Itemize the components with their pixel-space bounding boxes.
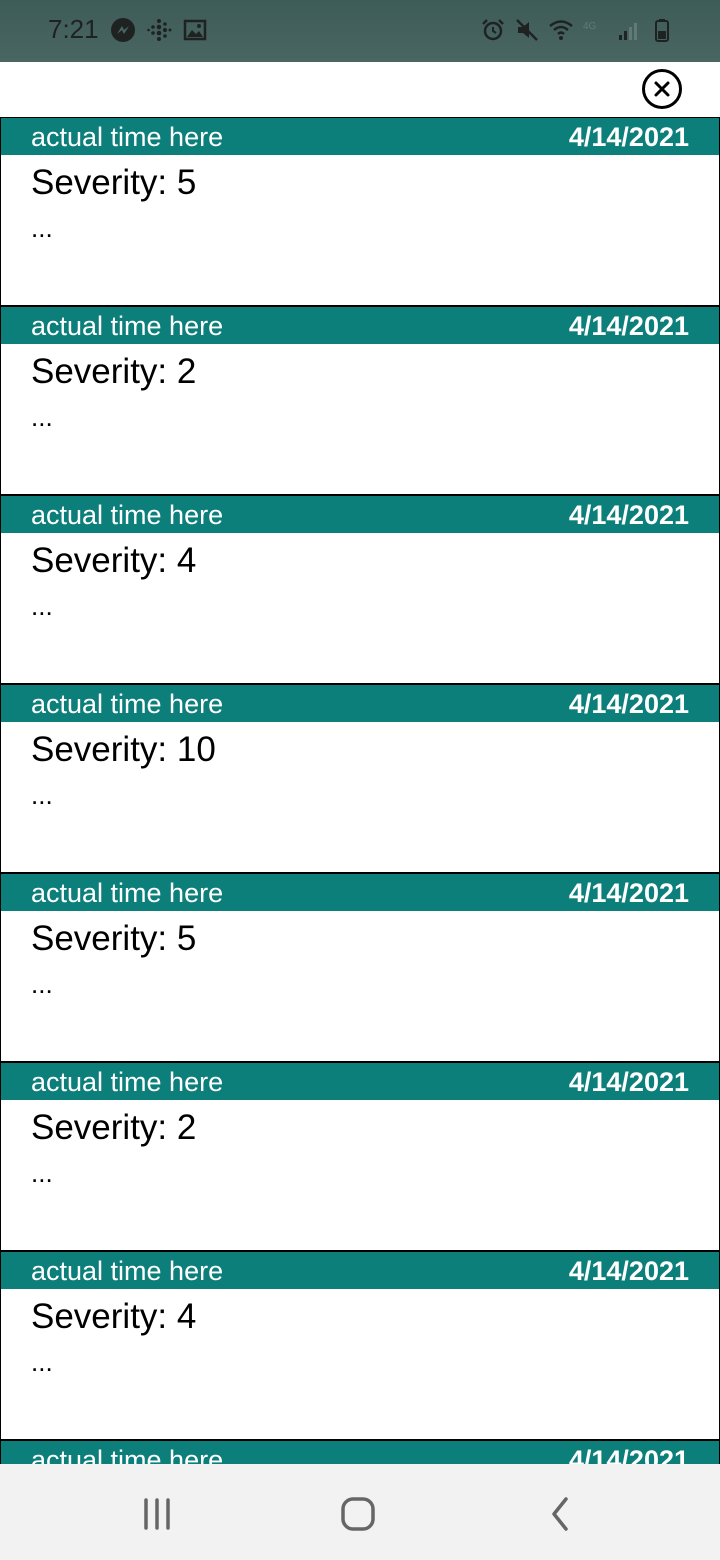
back-icon [552, 1497, 568, 1531]
entry-time: actual time here [31, 1256, 224, 1286]
list-item[interactable]: actual time here 4/14/2021 Severity: 4 .… [0, 495, 720, 684]
entry-date: 4/14/2021 [568, 1445, 689, 1464]
entry-time: actual time here [31, 1445, 224, 1464]
status-time: 7:21 [48, 14, 99, 44]
entry-date: 4/14/2021 [568, 311, 689, 341]
list-item[interactable]: actual time here 4/14/2021 Severity: 10 … [0, 684, 720, 873]
entry-header: actual time here 4/14/2021 [1, 118, 719, 155]
entry-detail: ... [31, 969, 53, 999]
recent-apps-button[interactable] [127, 1492, 187, 1536]
entry-date: 4/14/2021 [568, 1256, 689, 1286]
entry-date: 4/14/2021 [568, 122, 689, 152]
list-item[interactable]: actual time here 4/14/2021 Severity: 5 .… [0, 873, 720, 1062]
entry-detail: ... [31, 1347, 53, 1377]
modal-top-bar [0, 62, 720, 118]
home-icon [341, 1497, 375, 1531]
entry-time: actual time here [31, 878, 224, 908]
messenger-icon [111, 18, 135, 42]
entry-severity: Severity: 4 [31, 1297, 197, 1336]
entry-detail: ... [31, 591, 53, 621]
entry-severity: Severity: 2 [31, 1108, 197, 1147]
entry-header: actual time here 4/14/2021 [1, 1441, 719, 1464]
entry-detail: ... [31, 1158, 53, 1188]
entry-severity: Severity: 10 [31, 730, 216, 769]
entry-header: actual time here 4/14/2021 [1, 496, 719, 533]
list-item[interactable]: actual time here 4/14/2021 Severity: 5 .… [0, 117, 720, 306]
entry-time: actual time here [31, 500, 224, 530]
entry-detail: ... [31, 780, 53, 810]
mute-icon [516, 19, 538, 41]
entry-time: actual time here [31, 122, 224, 152]
4g-icon: 4G [583, 21, 597, 32]
entry-severity: Severity: 5 [31, 163, 197, 202]
entry-header: actual time here 4/14/2021 [1, 1252, 719, 1289]
navigation-bar [0, 1464, 720, 1560]
list-item[interactable]: actual time here 4/14/2021 Severity: 2 .… [0, 306, 720, 495]
list-item[interactable]: actual time here 4/14/2021 [0, 1440, 720, 1464]
battery-icon [655, 19, 669, 42]
entry-detail: ... [31, 213, 53, 243]
list-item[interactable]: actual time here 4/14/2021 Severity: 2 .… [0, 1062, 720, 1251]
signal-icon [619, 23, 637, 40]
entry-detail: ... [31, 402, 53, 432]
list-item[interactable]: actual time here 4/14/2021 Severity: 4 .… [0, 1251, 720, 1440]
status-right-icons: 4G [480, 17, 676, 43]
home-button[interactable] [328, 1492, 388, 1536]
entry-date: 4/14/2021 [568, 689, 689, 719]
entry-header: actual time here 4/14/2021 [1, 874, 719, 911]
alarm-icon [482, 19, 504, 41]
entry-header: actual time here 4/14/2021 [1, 685, 719, 722]
status-left-icons [110, 17, 208, 43]
back-button[interactable] [530, 1492, 590, 1536]
entry-date: 4/14/2021 [568, 1067, 689, 1097]
image-icon [183, 19, 207, 41]
close-button[interactable] [642, 69, 682, 109]
entry-time: actual time here [31, 311, 224, 341]
entry-severity: Severity: 2 [31, 352, 197, 391]
entry-time: actual time here [31, 1067, 224, 1097]
entry-header: actual time here 4/14/2021 [1, 1063, 719, 1100]
svg-text:4G: 4G [583, 21, 597, 32]
status-bar: 7:21 4G [0, 0, 720, 62]
severity-entry-list[interactable]: actual time here 4/14/2021 Severity: 5 .… [0, 117, 720, 1464]
entry-date: 4/14/2021 [568, 878, 689, 908]
close-icon [654, 81, 670, 97]
fitbit-icon [147, 19, 172, 41]
entry-header: actual time here 4/14/2021 [1, 307, 719, 344]
wifi-icon [549, 20, 573, 40]
recent-apps-icon [144, 1498, 170, 1530]
entry-severity: Severity: 5 [31, 919, 197, 958]
entry-severity: Severity: 4 [31, 541, 197, 580]
entry-date: 4/14/2021 [568, 500, 689, 530]
entry-time: actual time here [31, 689, 224, 719]
